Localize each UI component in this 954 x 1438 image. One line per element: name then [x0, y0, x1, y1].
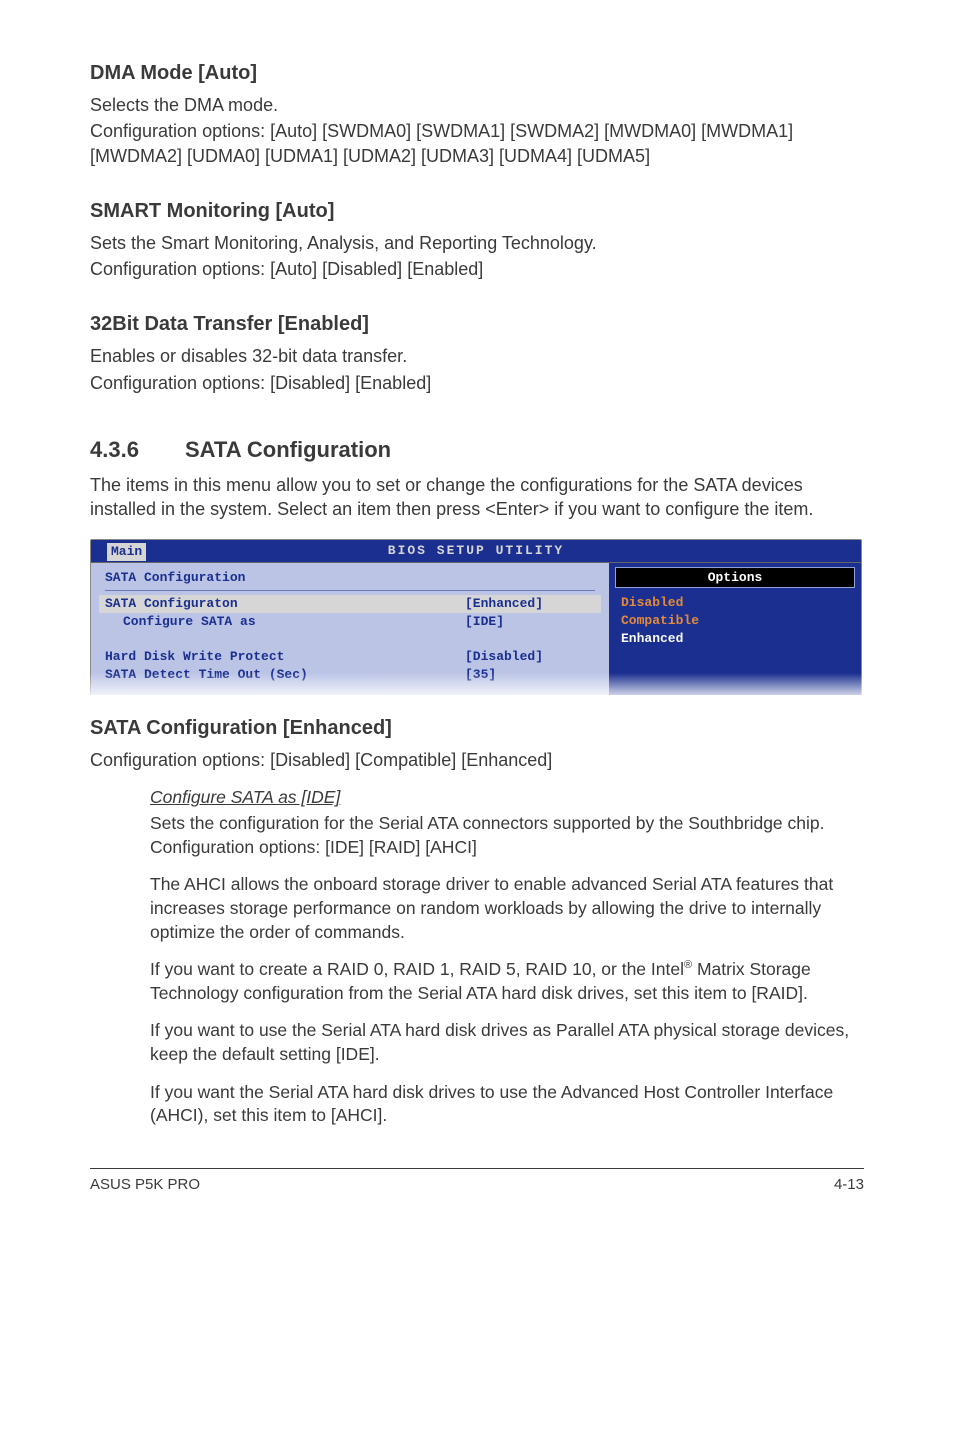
bios-row-value: [IDE] [465, 613, 595, 631]
bios-tab: Main [107, 543, 146, 561]
bios-fade [90, 673, 862, 701]
bios-rows: SATA Configuraton[Enhanced]Configure SAT… [105, 595, 595, 683]
page-footer: ASUS P5K PRO 4-13 [90, 1175, 864, 1195]
32bit-desc2: Configuration options: [Disabled] [Enabl… [90, 371, 864, 395]
bios-row: Hard Disk Write Protect[Disabled] [105, 648, 595, 666]
bios-row-label: Configure SATA as [105, 613, 465, 631]
dma-mode-heading: DMA Mode [Auto] [90, 60, 864, 87]
sata-config-desc: Configuration options: [Disabled] [Compa… [90, 748, 864, 772]
bios-subtitle: SATA Configuration [105, 569, 595, 592]
sub-p5: If you want the Serial ATA hard disk dri… [150, 1082, 833, 1126]
bios-options: DisabledCompatibleEnhanced [617, 594, 853, 647]
bios-row-value: [Enhanced] [465, 595, 595, 613]
smart-desc2: Configuration options: [Auto] [Disabled]… [90, 257, 864, 281]
dma-mode-desc2: Configuration options: [Auto] [SWDMA0] [… [90, 119, 864, 168]
bios-row [105, 631, 595, 649]
bios-row-label: SATA Configuraton [105, 595, 465, 613]
sub-block-3: If you want to create a RAID 0, RAID 1, … [150, 958, 864, 1005]
smart-heading: SMART Monitoring [Auto] [90, 198, 864, 225]
section-title: SATA Configuration [185, 437, 391, 462]
32bit-heading: 32Bit Data Transfer [Enabled] [90, 311, 864, 338]
sub-block-2: The AHCI allows the onboard storage driv… [150, 873, 864, 944]
bios-row-label: Hard Disk Write Protect [105, 648, 465, 666]
sub-block-5: If you want the Serial ATA hard disk dri… [150, 1081, 864, 1128]
sub-heading: Configure SATA as [IDE] [150, 786, 864, 810]
bios-option: Enhanced [617, 630, 853, 648]
bios-row-value [465, 631, 595, 649]
dma-mode-desc1: Selects the DMA mode. [90, 93, 864, 117]
bios-title: BIOS SETUP UTILITY [91, 540, 861, 562]
footer-rule [90, 1168, 864, 1169]
sub-p2: The AHCI allows the onboard storage driv… [150, 874, 833, 941]
registered-mark: ® [684, 959, 692, 971]
bios-option: Compatible [617, 612, 853, 630]
sub-p4: If you want to use the Serial ATA hard d… [150, 1020, 849, 1064]
bios-options-title: Options [615, 567, 855, 589]
sub-p3a: If you want to create a RAID 0, RAID 1, … [150, 959, 684, 979]
sata-section-heading: 4.3.6SATA Configuration [90, 435, 864, 465]
section-number: 4.3.6 [90, 435, 185, 465]
sata-intro: The items in this menu allow you to set … [90, 473, 864, 522]
bios-row-label [105, 631, 465, 649]
smart-desc1: Sets the Smart Monitoring, Analysis, and… [90, 231, 864, 255]
sub-p1: Sets the configuration for the Serial AT… [150, 813, 825, 857]
32bit-desc1: Enables or disables 32-bit data transfer… [90, 344, 864, 368]
footer-right: 4-13 [834, 1175, 864, 1195]
bios-option: Disabled [617, 594, 853, 612]
bios-row-value: [Disabled] [465, 648, 595, 666]
bios-row: Configure SATA as[IDE] [105, 613, 595, 631]
sata-config-heading: SATA Configuration [Enhanced] [90, 715, 864, 742]
sub-block-4: If you want to use the Serial ATA hard d… [150, 1019, 864, 1066]
footer-left: ASUS P5K PRO [90, 1175, 200, 1195]
bios-row: SATA Configuraton[Enhanced] [99, 595, 601, 613]
sub-block-1: Configure SATA as [IDE] Sets the configu… [150, 786, 864, 859]
page-content: DMA Mode [Auto] Selects the DMA mode. Co… [0, 0, 954, 1245]
bios-screenshot: BIOS SETUP UTILITY Main SATA Configurati… [90, 539, 862, 695]
